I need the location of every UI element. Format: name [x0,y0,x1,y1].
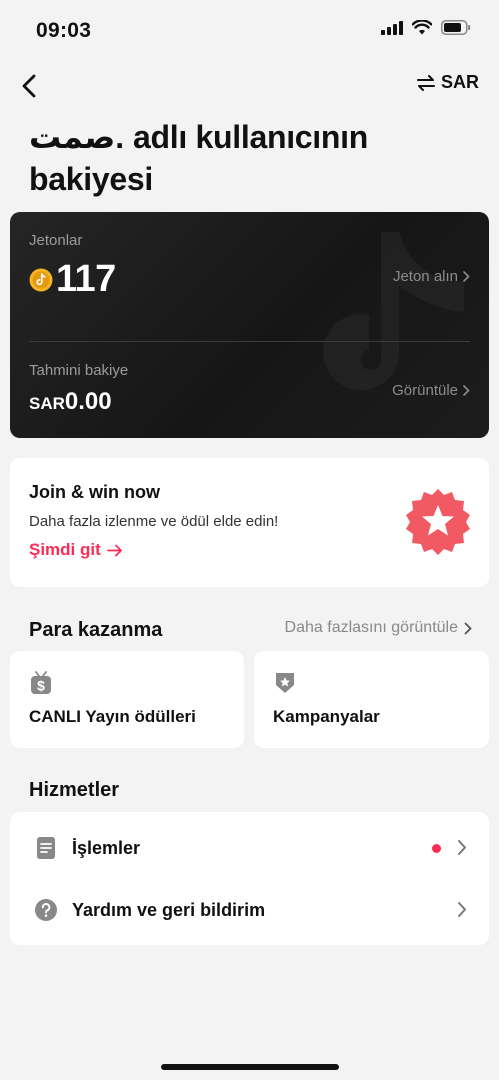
nav-bar: SAR [0,64,499,108]
view-more-link[interactable]: Daha fazlasını görüntüle [285,619,472,637]
back-button[interactable] [14,68,44,104]
status-time: 09:03 [36,19,92,42]
balance-card: Jetonlar 117 Jeton alın Tahmini bakiye S… [10,212,489,438]
battery-icon [441,20,471,35]
coins-value: 117 [56,258,116,300]
transactions-label: İşlemler [72,838,141,858]
home-indicator [161,1064,339,1070]
help-circle-icon [35,899,57,921]
help-feedback-label: Yardım ve geri bildirim [72,900,266,920]
view-balance-link[interactable]: Görüntüle [392,382,470,399]
services-heading: Hizmetler [29,779,120,801]
get-coins-link[interactable]: Jeton alın [393,268,470,285]
chevron-right-icon [458,840,466,855]
transactions-row[interactable]: İşlemler [10,818,489,878]
chevron-left-icon [22,74,36,98]
campaign-badge-icon [276,673,294,693]
live-rewards-tile[interactable]: $ CANLI Yayın ödülleri [10,651,244,748]
chevron-right-icon [464,622,472,634]
promo-subtitle: Daha fazla izlenme ve ödül elde edin! [29,513,279,530]
monetization-heading: Para kazanma [29,619,163,641]
coins-label: Jetonlar [29,232,83,249]
signal-icon [381,20,403,35]
promo-title: Join & win now [29,482,160,502]
status-bar: 09:03 [0,0,499,60]
tiktok-watermark-icon [323,232,464,391]
balance-currency: SAR [29,394,65,413]
campaigns-tile[interactable]: Kampanyalar [254,651,489,748]
page-title: صمت. adlı kullanıcının bakiyesi [29,119,368,197]
balance-number: 0.00 [64,388,112,415]
svg-text:$: $ [37,678,45,694]
view-balance-label: Görüntüle [392,382,458,399]
help-feedback-row[interactable]: Yardım ve geri bildirim [10,880,489,940]
estimated-balance-label: Tahmini bakiye [29,362,129,379]
arrow-right-icon [106,544,122,556]
campaigns-label: Kampanyalar [273,707,380,726]
chevron-right-icon [463,385,470,396]
currency-switch-button[interactable]: SAR [416,72,479,93]
chevron-right-icon [463,271,470,282]
coin-icon [29,268,53,292]
notification-dot [432,844,441,853]
document-icon [37,837,55,859]
promo-cta-label: Şimdi git [29,540,101,559]
star-badge-icon [406,489,470,555]
status-icons [381,20,471,35]
promo-cta-link[interactable]: Şimdi git [29,540,123,560]
view-more-label: Daha fazlasını görüntüle [284,619,458,636]
swap-arrows-icon [416,74,435,91]
card-divider [29,341,470,342]
currency-label: SAR [440,72,479,92]
services-card: İşlemler Yardım ve geri bildirim [10,812,489,945]
live-rewards-label: CANLI Yayın ödülleri [29,707,196,726]
chevron-right-icon [458,902,466,917]
get-coins-label: Jeton alın [392,268,458,285]
live-gift-dollar-icon: $ [31,671,51,694]
promo-card[interactable]: Join & win now Daha fazla izlenme ve ödü… [10,458,489,587]
wifi-icon [412,20,432,35]
estimated-balance-value: SAR0.00 [29,388,112,416]
